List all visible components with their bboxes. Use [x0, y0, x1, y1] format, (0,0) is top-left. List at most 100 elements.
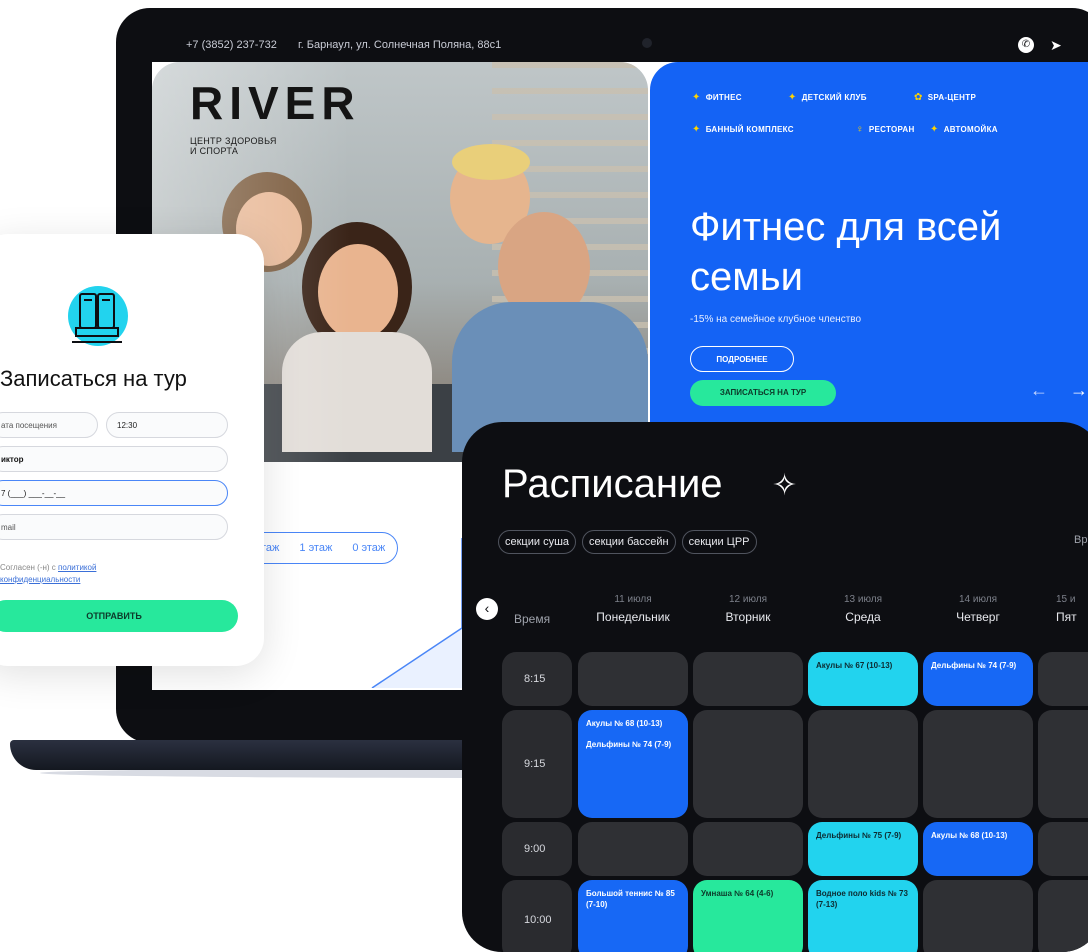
day-name: Понедельник — [596, 610, 670, 624]
schedule-cell-empty — [923, 880, 1033, 952]
spa-icon: ✿ — [914, 92, 923, 103]
brand-logo[interactable]: RIVER — [190, 76, 361, 130]
sparkle-icon: ✧ — [772, 469, 798, 502]
time-slot: 9:00 — [502, 822, 572, 876]
hero-title: Фитнес для всей семьи — [690, 202, 1001, 302]
day-name: Четверг — [956, 610, 1000, 624]
filter-chip[interactable]: секции ЦРР — [681, 530, 757, 554]
name-field[interactable]: иктор — [0, 446, 228, 472]
nav-carwash[interactable]: ✦ АВТОМОЙКА — [930, 124, 998, 135]
consent-text: Согласен (-н) с политикой конфиденциальн… — [0, 562, 96, 586]
nav-label: АВТОМОЙКА — [943, 125, 998, 134]
phone-field[interactable]: 7 (___) ___-__-__ — [0, 480, 228, 506]
schedule-event[interactable]: Умнаша № 64 (4-6) — [693, 880, 803, 952]
address-text: г. Барнаул, ул. Солнечная Поляна, 88с1 — [298, 39, 502, 51]
day-header: 15 и Пят — [1038, 594, 1088, 624]
filter-chip-cut: Вр — [1074, 534, 1088, 546]
consent-label: Согласен (-н) с — [0, 563, 59, 572]
nav-label: ДЕТСКИЙ КЛУБ — [801, 93, 867, 102]
nav-kids-club[interactable]: ✦ ДЕТСКИЙ КЛУБ — [788, 92, 867, 103]
date-field[interactable]: ата посещения — [0, 412, 98, 438]
nav-spa[interactable]: ✿ SPA-ЦЕНТР — [914, 92, 976, 103]
schedule-cell-empty — [578, 652, 688, 706]
time-field[interactable]: 12:30 — [106, 412, 228, 438]
time-slot: 9:15 — [502, 710, 572, 818]
telegram-icon[interactable]: ➤ — [1050, 36, 1062, 54]
car-icon: ✦ — [930, 124, 939, 135]
schedule-event[interactable]: Дельфины № 75 (7-9) — [808, 822, 918, 876]
schedule-event[interactable]: Дельфины № 74 (7-9) — [923, 652, 1033, 706]
day-date: 15 и — [1056, 594, 1076, 605]
schedule-cell-empty — [693, 822, 803, 876]
schedule-event[interactable]: Акулы № 67 (10-13) — [808, 652, 918, 706]
day-name: Среда — [845, 610, 881, 624]
schedule-cell-empty — [1038, 880, 1088, 952]
arrow-right-icon[interactable]: → — [1070, 380, 1088, 401]
schedule-cell-empty — [1038, 652, 1088, 706]
schedule-cell-empty — [1038, 822, 1088, 876]
nav-bath[interactable]: ✦ БАННЫЙ КОМПЛЕКС — [692, 124, 794, 135]
email-field[interactable]: mail — [0, 514, 228, 540]
schedule-cell-empty — [578, 822, 688, 876]
schedule-cell-empty — [923, 710, 1033, 818]
day-name: Пят — [1056, 610, 1077, 624]
logo-subtitle: ЦЕНТР ЗДОРОВЬЯ — [190, 136, 277, 146]
hero-panel: ✦ ФИТНЕС ✦ ДЕТСКИЙ КЛУБ ✿ SPA-ЦЕНТР ✦ БАННЫЙ… — [650, 62, 1088, 462]
schedule-cell-empty — [693, 710, 803, 818]
nav-restaurant[interactable]: ♀ РЕСТОРАН — [856, 124, 915, 135]
time-slot: 8:15 — [502, 652, 572, 706]
day-header: 12 июля Вторник — [693, 594, 803, 624]
kids-icon: ✦ — [788, 92, 797, 103]
prev-week-button[interactable]: ‹ — [476, 598, 498, 620]
day-date: 11 июля — [614, 594, 652, 605]
bath-icon: ✦ — [692, 124, 701, 135]
day-header: 11 июля Понедельник — [578, 594, 688, 624]
dumbbell-icon: ✦ — [692, 92, 701, 103]
schedule-title: Расписание — [502, 462, 723, 506]
privacy-link-2[interactable]: конфиденциальности — [0, 575, 80, 584]
nav-label: РЕСТОРАН — [868, 125, 915, 134]
tour-form-card: Записаться на тур ата посещения 12:30 ик… — [0, 234, 264, 666]
time-column-header: Время — [514, 612, 551, 626]
schedule-event[interactable]: Акулы № 68 (10-13) Дельфины № 74 (7-9) — [578, 710, 688, 818]
hero-title-line: семьи — [690, 255, 803, 299]
schedule-panel: Расписание ✧ секции суша секции бассейн … — [462, 422, 1088, 952]
nav-label: SPA-ЦЕНТР — [927, 93, 977, 102]
day-name: Вторник — [725, 610, 771, 624]
time-slot: 10:00 — [502, 880, 572, 952]
nav-label: БАННЫЙ КОМПЛЕКС — [705, 125, 794, 134]
filter-chip[interactable]: секции суша — [498, 530, 577, 554]
arrow-left-icon[interactable]: ← — [1030, 380, 1048, 401]
more-button[interactable]: ПОДРОБНЕЕ — [690, 346, 794, 372]
schedule-cell-empty — [808, 710, 918, 818]
nav-fitness[interactable]: ✦ ФИТНЕС — [692, 92, 742, 103]
schedule-cell-empty — [1038, 710, 1088, 818]
glass-icon: ♀ — [856, 124, 864, 135]
schedule-cell-empty — [693, 652, 803, 706]
hero-subtitle: -15% на семейное клубное членство — [690, 314, 862, 325]
event-label: Акулы № 68 (10-13) — [586, 719, 663, 728]
schedule-event[interactable]: Водное поло kids № 73 (7-13) — [808, 880, 918, 952]
form-title: Записаться на тур — [0, 366, 187, 391]
whatsapp-icon[interactable]: ✆ — [1018, 37, 1034, 53]
nav-label: ФИТНЕС — [705, 93, 742, 102]
site-topbar: +7 (3852) 237-732 г. Барнаул, ул. Солнеч… — [152, 28, 1088, 62]
day-date: 12 июля — [728, 594, 768, 605]
submit-button[interactable]: ОТПРАВИТЬ — [0, 600, 238, 632]
day-date: 13 июля — [843, 594, 883, 605]
privacy-link[interactable]: политикой — [58, 563, 96, 572]
camera-dot — [642, 38, 652, 48]
hero-title-line: Фитнес для всей — [690, 205, 1002, 249]
event-label: Дельфины № 74 (7-9) — [586, 740, 672, 749]
day-date: 14 июля — [958, 594, 998, 605]
floor-tab[interactable]: 1 этаж — [299, 542, 332, 554]
day-header: 13 июля Среда — [808, 594, 918, 624]
logo-subtitle-2: И СПОРТА — [190, 146, 239, 156]
tour-button[interactable]: ЗАПИСАТЬСЯ НА ТУР — [690, 380, 836, 406]
day-header: 14 июля Четверг — [923, 594, 1033, 624]
schedule-event[interactable]: Большой теннис № 85 (7-10) — [578, 880, 688, 952]
schedule-event[interactable]: Акулы № 68 (10-13) — [923, 822, 1033, 876]
phone-link[interactable]: +7 (3852) 237-732 — [186, 28, 277, 62]
filter-chip[interactable]: секции бассейн — [582, 530, 676, 554]
lockers-icon — [68, 286, 128, 346]
